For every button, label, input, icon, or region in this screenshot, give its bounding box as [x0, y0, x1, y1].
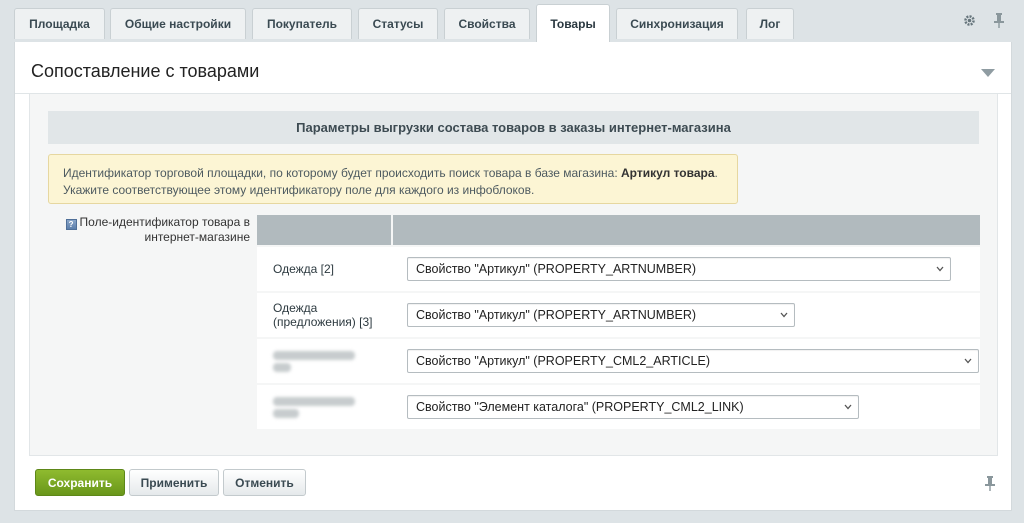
blurred-text	[273, 362, 291, 372]
tab-general-settings[interactable]: Общие настройки	[110, 8, 246, 39]
tab-sync[interactable]: Синхронизация	[616, 8, 738, 39]
grid-header-cell-name	[257, 215, 393, 245]
select-cell: Свойство "Артикул" (PROPERTY_ARTNUMBER)	[393, 257, 980, 281]
help-icon[interactable]: ?	[65, 219, 77, 230]
tab-platform[interactable]: Площадка	[14, 8, 105, 39]
tab-buyer[interactable]: Покупатель	[252, 8, 352, 39]
blurred-text	[273, 396, 355, 406]
settings-panel: Сопоставление с товарами Параметры выгру…	[14, 42, 1012, 511]
tab-tools	[962, 12, 1006, 28]
tab-properties[interactable]: Свойства	[444, 8, 530, 39]
notice-highlight: Артикул товара	[621, 166, 715, 180]
panel-title: Сопоставление с товарами	[31, 61, 260, 81]
tab-statuses[interactable]: Статусы	[358, 8, 438, 39]
iblock-name-blurred	[257, 394, 393, 421]
table-row: Свойство "Артикул" (PROPERTY_CML2_ARTICL…	[257, 339, 980, 383]
iblock-field-select[interactable]: Свойство "Артикул" (PROPERTY_ARTNUMBER)	[407, 257, 951, 281]
tab-log[interactable]: Лог	[746, 8, 794, 39]
chevron-down-icon	[936, 266, 944, 272]
pin-icon[interactable]	[985, 476, 995, 496]
gear-icon[interactable]	[962, 12, 976, 28]
cancel-button[interactable]: Отменить	[223, 469, 306, 496]
iblock-field-select[interactable]: Свойство "Элемент каталога" (PROPERTY_CM…	[407, 395, 859, 419]
iblock-name: Одежда (предложения) [3]	[257, 301, 393, 329]
iblock-name: Одежда [2]	[257, 262, 393, 276]
select-value: Свойство "Артикул" (PROPERTY_ARTNUMBER)	[416, 308, 697, 322]
iblock-name-text-2: (предложения) [3]	[273, 315, 373, 329]
panel-header: Сопоставление с товарами	[15, 42, 1011, 94]
iblock-name-text: Одежда [2]	[273, 262, 334, 276]
panel-content: Параметры выгрузки состава товаров в зак…	[29, 94, 998, 456]
table-row: Одежда [2] Свойство "Артикул" (PROPERTY_…	[257, 247, 980, 291]
save-button[interactable]: Сохранить	[35, 469, 125, 496]
select-value: Свойство "Артикул" (PROPERTY_CML2_ARTICL…	[416, 354, 710, 368]
select-cell: Свойство "Артикул" (PROPERTY_ARTNUMBER)	[393, 303, 980, 327]
field-label: ? Поле-идентификатор товара в интернет-ма…	[60, 215, 250, 245]
notice-text-suffix: .	[714, 166, 718, 180]
iblock-field-select[interactable]: Свойство "Артикул" (PROPERTY_CML2_ARTICL…	[407, 349, 979, 373]
iblock-field-select[interactable]: Свойство "Артикул" (PROPERTY_ARTNUMBER)	[407, 303, 795, 327]
table-row: Одежда (предложения) [3] Свойство "Артику…	[257, 293, 980, 337]
select-value: Свойство "Элемент каталога" (PROPERTY_CM…	[416, 400, 744, 414]
apply-button[interactable]: Применить	[129, 469, 219, 496]
table-row: Свойство "Элемент каталога" (PROPERTY_CM…	[257, 385, 980, 429]
blurred-text	[273, 350, 355, 360]
triangle-down-icon[interactable]	[981, 64, 995, 82]
info-notice: Идентификатор торговой площадки, по кото…	[48, 154, 738, 204]
section-header: Параметры выгрузки состава товаров в зак…	[48, 111, 979, 144]
notice-text: Идентификатор торговой площадки, по кото…	[63, 166, 621, 180]
select-value: Свойство "Артикул" (PROPERTY_ARTNUMBER)	[416, 262, 697, 276]
chevron-down-icon	[844, 404, 852, 410]
pin-icon[interactable]	[992, 12, 1006, 28]
field-label-text: Поле-идентификатор товара в интернет-маг…	[79, 215, 250, 244]
grid-header	[257, 215, 980, 245]
chevron-down-icon	[964, 358, 972, 364]
select-cell: Свойство "Элемент каталога" (PROPERTY_CM…	[393, 395, 980, 419]
mapping-grid: Одежда [2] Свойство "Артикул" (PROPERTY_…	[257, 215, 980, 429]
grid-header-cell-value	[393, 215, 980, 245]
notice-text-line2: Укажите соответствующее этому идентифика…	[63, 183, 535, 197]
iblock-name-blurred	[257, 348, 393, 375]
blurred-text	[273, 408, 299, 418]
tab-bar: Площадка Общие настройки Покупатель Стат…	[0, 0, 1024, 42]
iblock-name-text: Одежда	[273, 301, 318, 315]
chevron-down-icon	[780, 312, 788, 318]
select-cell: Свойство "Артикул" (PROPERTY_CML2_ARTICL…	[393, 349, 980, 373]
tab-products[interactable]: Товары	[536, 4, 610, 42]
